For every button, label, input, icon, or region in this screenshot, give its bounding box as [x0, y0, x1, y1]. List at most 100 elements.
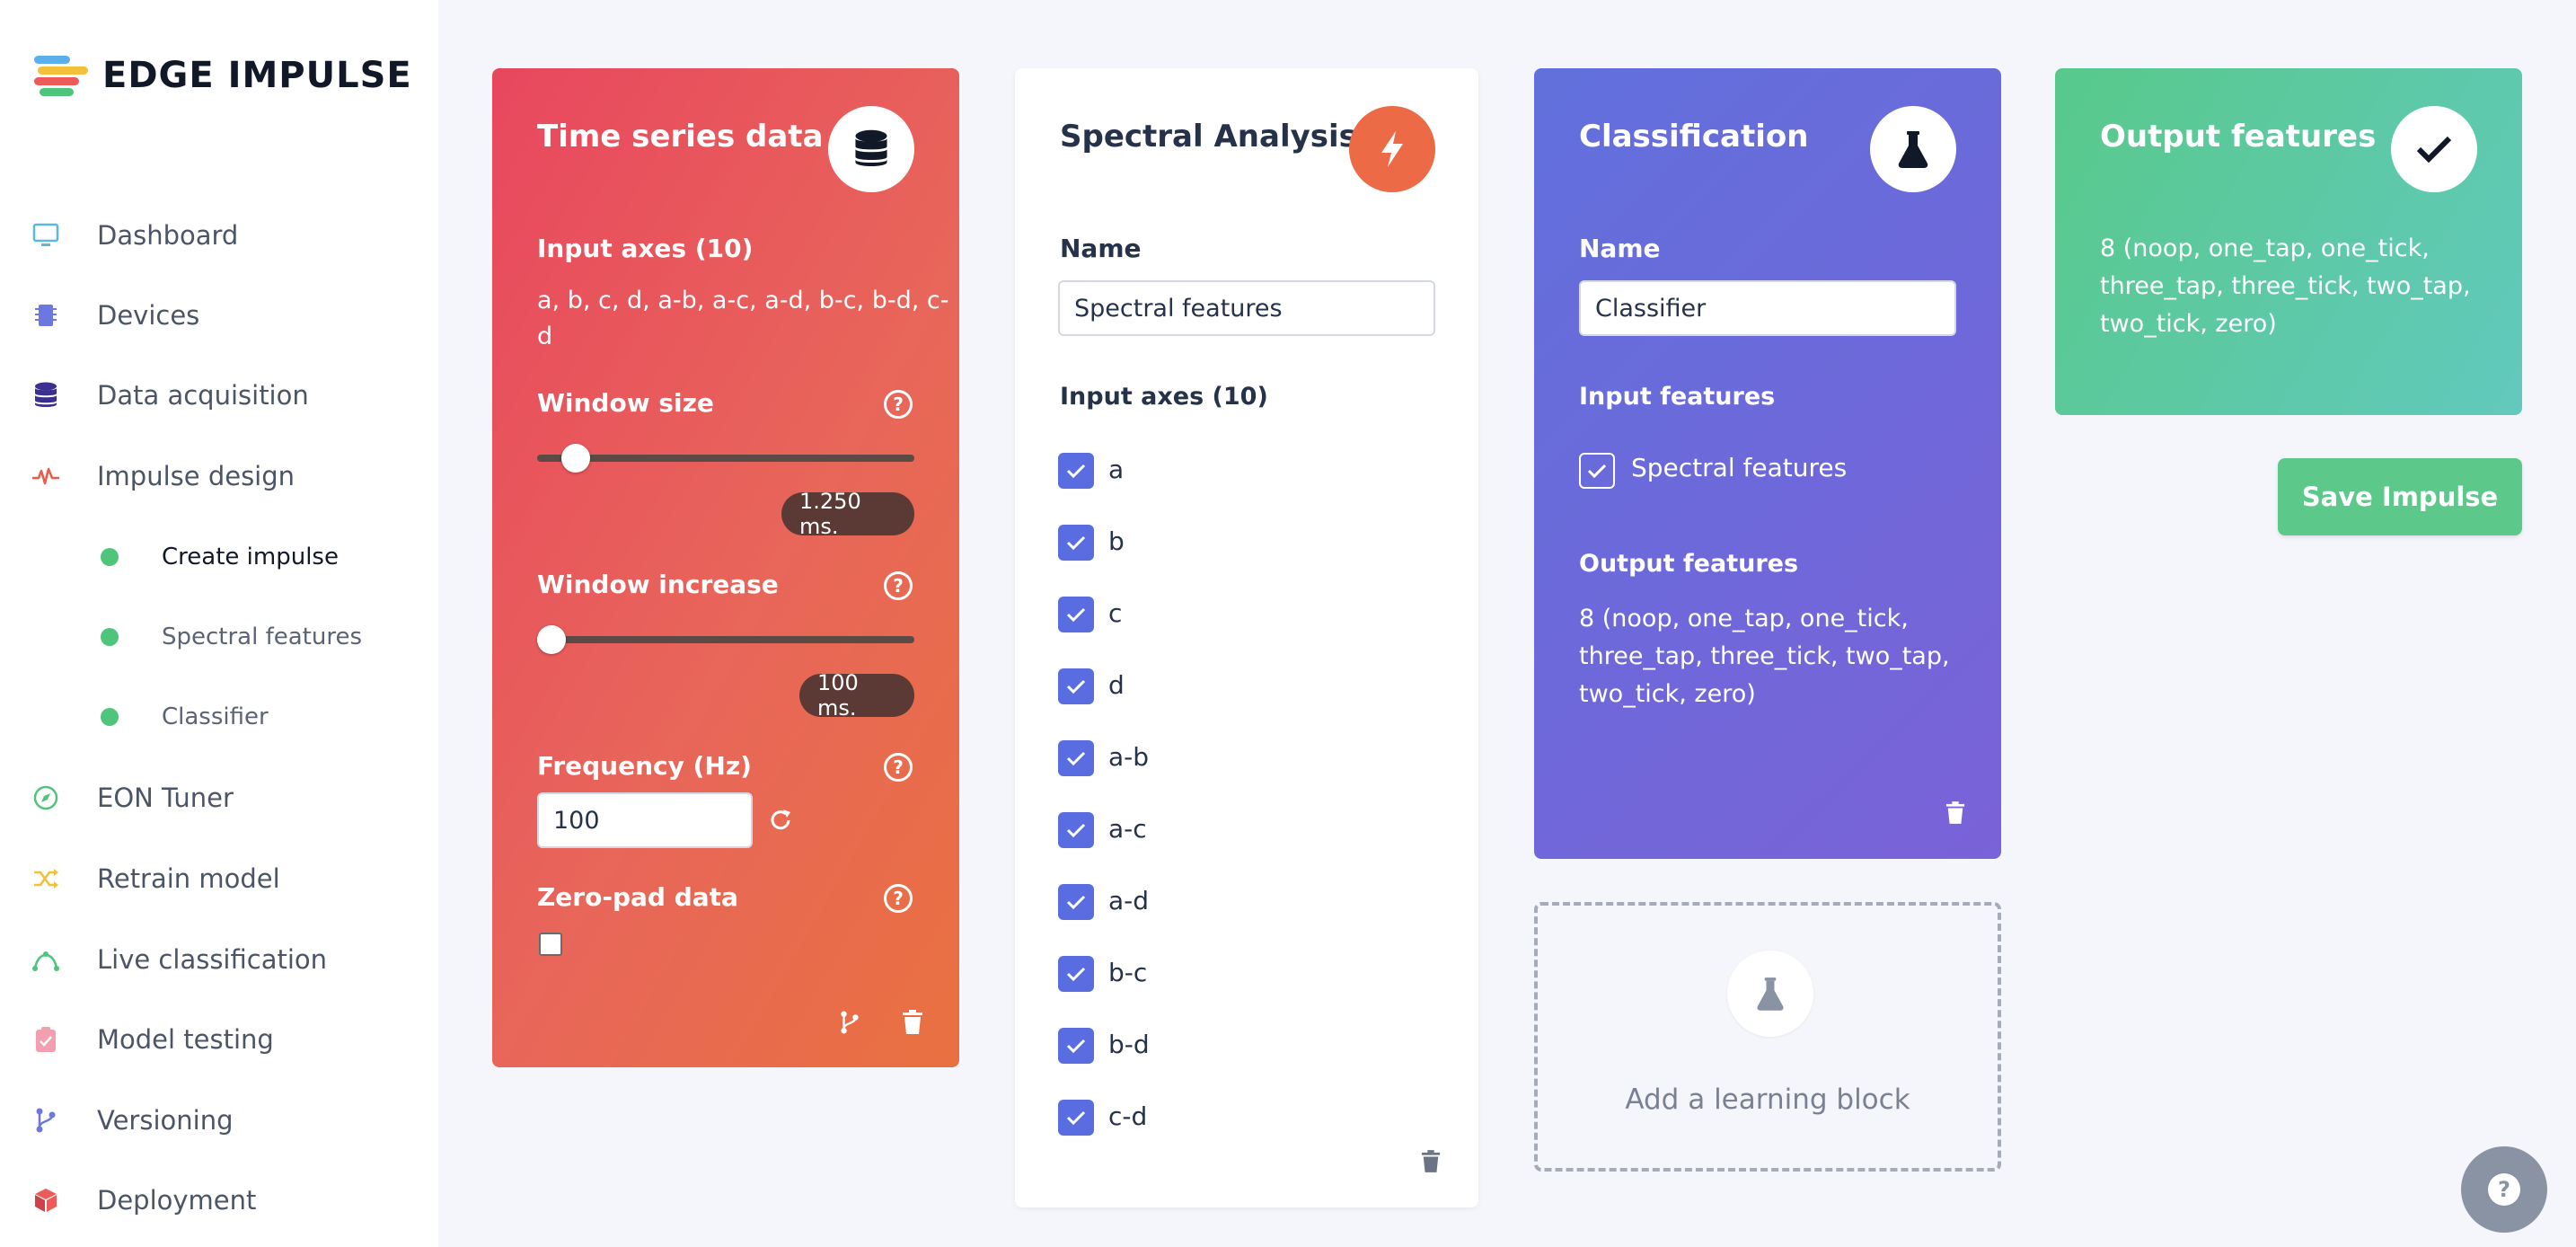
axis-label: a-d: [1108, 886, 1150, 915]
sidebar-item-model-testing[interactable]: Model testing: [0, 1013, 438, 1066]
window-increase-slider-handle[interactable]: [537, 625, 566, 654]
add-learning-block[interactable]: Add a learning block: [1534, 902, 2001, 1172]
status-dot: [101, 548, 119, 566]
axis-checkbox[interactable]: [1058, 668, 1094, 704]
question-icon[interactable]: ?: [884, 753, 913, 782]
question-icon[interactable]: ?: [884, 390, 913, 419]
axis-checkbox[interactable]: [1058, 597, 1094, 632]
sidebar-item-live-classification[interactable]: Live classification: [0, 933, 438, 986]
axis-checkbox[interactable]: [1058, 1028, 1094, 1064]
zero-pad-checkbox[interactable]: [539, 933, 562, 956]
database-icon: [828, 106, 914, 192]
card-title: Classification: [1579, 119, 1809, 155]
axis-label: b-d: [1108, 1030, 1150, 1059]
sidebar-item-dashboard[interactable]: Dashboard: [0, 208, 438, 262]
sidebar-item-label: Model testing: [97, 1024, 274, 1055]
axis-label: b: [1108, 526, 1125, 556]
sidebar-item-label: Devices: [97, 300, 200, 331]
check-icon: [2391, 106, 2477, 192]
axis-label: a-c: [1108, 814, 1147, 844]
sidebar-item-impulse-design[interactable]: Impulse design: [0, 449, 438, 503]
axis-label: b-c: [1108, 958, 1148, 987]
question-icon: ?: [2488, 1173, 2520, 1206]
card-title: Output features: [2100, 119, 2377, 155]
axis-checkbox[interactable]: [1058, 956, 1094, 992]
sidebar-item-label: Impulse design: [97, 461, 296, 491]
sidebar-subitem-spectral-features[interactable]: Spectral features: [0, 612, 438, 662]
input-feature-checkbox[interactable]: [1579, 453, 1615, 489]
axis-checkbox[interactable]: [1058, 884, 1094, 920]
spectral-name-input[interactable]: Spectral features: [1058, 280, 1435, 336]
axis-label: c: [1108, 598, 1123, 628]
window-increase-slider[interactable]: [537, 636, 914, 643]
pulse-icon: [31, 461, 61, 491]
output-features-label: Output features: [1579, 550, 1799, 578]
input-features-label: Input features: [1579, 383, 1776, 411]
sidebar-item-label: Versioning: [97, 1105, 234, 1136]
axis-checkbox[interactable]: [1058, 1100, 1094, 1136]
sidebar-item-retrain-model[interactable]: Retrain model: [0, 852, 438, 906]
brand-name: EDGE IMPULSE: [102, 55, 412, 96]
sidebar: EDGE IMPULSE Dashboard Devices Data acqu…: [0, 0, 438, 1247]
sidebar-item-label: Data acquisition: [97, 380, 309, 411]
axis-checkbox[interactable]: [1058, 812, 1094, 848]
status-dot: [101, 628, 119, 646]
axis-label: a: [1108, 455, 1125, 484]
classifier-name-input[interactable]: Classifier: [1579, 280, 1956, 336]
output-features-card: Output features 8 (noop, one_tap, one_ti…: [2055, 68, 2522, 415]
trash-icon[interactable]: [902, 1010, 923, 1039]
logo[interactable]: EDGE IMPULSE: [34, 54, 412, 97]
window-size-value: 1.250 ms.: [781, 489, 914, 539]
sidebar-subitem-label: Spectral features: [162, 624, 363, 650]
sidebar-subitem-label: Classifier: [162, 703, 269, 730]
sidebar-item-label: EON Tuner: [97, 783, 234, 813]
axis-checkbox[interactable]: [1058, 525, 1094, 561]
input-feature-label: Spectral features: [1631, 453, 1848, 482]
sidebar-item-versioning[interactable]: Versioning: [0, 1093, 438, 1147]
flask-icon: [1727, 951, 1813, 1037]
classification-card: Classification Name Classifier Input fea…: [1534, 68, 2001, 859]
trash-icon[interactable]: [1945, 801, 1965, 828]
window-increase-value: 100 ms.: [799, 670, 914, 721]
sidebar-item-deployment[interactable]: Deployment: [0, 1173, 438, 1227]
sidebar-item-eon-tuner[interactable]: EON Tuner: [0, 771, 438, 825]
question-icon[interactable]: ?: [884, 884, 913, 913]
zero-pad-label: Zero-pad data: [537, 882, 738, 912]
axis-checkbox[interactable]: [1058, 453, 1094, 489]
name-label: Name: [1579, 234, 1661, 263]
lightning-icon: [1349, 106, 1435, 192]
sidebar-item-data-acquisition[interactable]: Data acquisition: [0, 368, 438, 422]
card-title: Time series data: [537, 119, 824, 155]
sidebar-item-devices[interactable]: Devices: [0, 288, 438, 342]
axis-checkbox[interactable]: [1058, 740, 1094, 776]
output-features-value: three_tap, three_tick, two_tap,: [1579, 642, 1950, 670]
box-icon: [31, 1185, 61, 1216]
sidebar-item-label: Retrain model: [97, 863, 280, 894]
save-impulse-button[interactable]: Save Impulse: [2278, 458, 2522, 535]
output-features-value: two_tick, zero): [1579, 680, 1756, 708]
time-series-card: Time series data Input axes (10) a, b, c…: [492, 68, 959, 1067]
refresh-icon[interactable]: [767, 807, 794, 837]
input-axes-label: Input axes (10): [537, 234, 754, 263]
sidebar-item-label: Dashboard: [97, 220, 239, 251]
branch-icon[interactable]: [839, 1010, 860, 1039]
axis-label: d: [1108, 670, 1125, 700]
trash-icon[interactable]: [1421, 1150, 1441, 1177]
question-icon[interactable]: ?: [884, 571, 913, 600]
status-dot: [101, 708, 119, 726]
window-size-slider-handle[interactable]: [561, 444, 591, 473]
output-features-value: two_tick, zero): [2100, 310, 2277, 338]
branch-icon: [31, 1105, 61, 1136]
axis-label: c-d: [1108, 1101, 1148, 1131]
input-axes-value: a, b, c, d, a-b, a-c, a-d, b-c, b-d, c-: [537, 287, 949, 314]
window-size-slider[interactable]: [537, 455, 914, 462]
sidebar-item-label: Deployment: [97, 1185, 257, 1216]
help-button[interactable]: ?: [2461, 1146, 2547, 1233]
sidebar-subitem-classifier[interactable]: Classifier: [0, 692, 438, 742]
window-size-label: Window size: [537, 388, 714, 418]
frequency-input[interactable]: 100: [537, 792, 753, 848]
add-learning-block-label: Add a learning block: [1625, 1083, 1910, 1116]
window-increase-label: Window increase: [537, 570, 779, 599]
sidebar-subitem-create-impulse[interactable]: Create impulse: [0, 532, 438, 582]
database-icon: [31, 380, 61, 411]
